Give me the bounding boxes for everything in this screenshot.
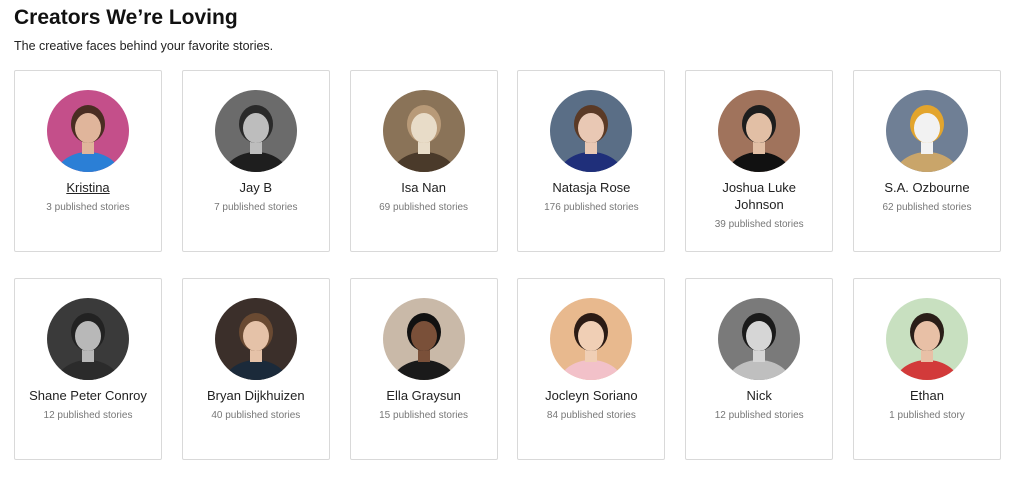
story-count: 12 published stories <box>714 410 804 421</box>
avatar-sa-ozbourne-icon <box>885 90 968 172</box>
story-count: 39 published stories <box>714 219 804 230</box>
creator-name: Jocleyn Soriano <box>545 388 638 403</box>
avatar[interactable] <box>47 90 129 172</box>
avatar-nick-icon <box>718 298 801 380</box>
avatar-jocleyn-soriano-icon <box>550 298 633 380</box>
creator-card[interactable]: Kristina 3 published stories <box>14 70 162 252</box>
creator-card[interactable]: Bryan Dijkhuizen 40 published stories <box>181 278 330 460</box>
creator-card[interactable]: S.A. Ozbourne 62 published stories <box>852 70 1001 252</box>
story-count: 1 published story <box>889 410 965 421</box>
avatar[interactable] <box>214 90 297 172</box>
creator-name: Ethan <box>909 388 944 403</box>
creator-card[interactable]: Ethan 1 published story <box>852 278 1001 460</box>
creators-page: Creators We’re Loving The creative faces… <box>0 0 1024 483</box>
story-count: 7 published stories <box>214 202 298 213</box>
avatar-shane-peter-conroy-icon <box>47 298 129 380</box>
avatar[interactable] <box>47 298 129 380</box>
avatar[interactable] <box>885 298 968 380</box>
creator-grid: Kristina 3 published stories Jay B 7 publis… <box>14 70 1001 460</box>
creator-name: Isa Nan <box>401 180 446 195</box>
avatar-natasja-rose-icon <box>550 90 633 172</box>
creator-name[interactable]: Kristina <box>28 179 148 196</box>
creator-name: Shane Peter Conroy <box>29 388 147 403</box>
avatar[interactable] <box>885 90 968 172</box>
section-title: Creators We’re Loving <box>14 6 238 29</box>
creator-name: Natasja Rose <box>552 180 631 195</box>
creator-name: Bryan Dijkhuizen <box>207 388 305 403</box>
creator-name: S.A. Ozbourne <box>884 180 970 195</box>
creator-card[interactable]: Jocleyn Soriano 84 published stories <box>517 278 666 460</box>
story-count: 40 published stories <box>211 410 301 421</box>
avatar[interactable] <box>718 298 801 380</box>
section-subtitle: The creative faces behind your favorite … <box>14 39 274 53</box>
avatar-kristina-icon <box>47 90 129 172</box>
story-count: 62 published stories <box>882 202 972 213</box>
avatar[interactable] <box>550 298 633 380</box>
creator-card[interactable]: Joshua Luke Johnson 39 published stories <box>685 70 834 252</box>
creator-card[interactable]: Jay B 7 published stories <box>181 70 330 252</box>
avatar-jay-b-icon <box>214 90 297 172</box>
creator-name: Nick <box>746 388 772 403</box>
story-count: 3 published stories <box>46 202 130 213</box>
avatar[interactable] <box>382 298 465 380</box>
story-count: 15 published stories <box>379 410 469 421</box>
avatar[interactable] <box>382 90 465 172</box>
creator-name: Jay B <box>239 180 273 195</box>
creator-card[interactable]: Natasja Rose 176 published stories <box>517 70 666 252</box>
creator-name: Ella Graysun <box>386 388 461 403</box>
avatar-bryan-dijkhuizen-icon <box>214 298 297 380</box>
creator-name: Joshua Luke Johnson <box>722 180 797 212</box>
avatar-ella-graysun-icon <box>382 298 465 380</box>
avatar[interactable] <box>214 298 297 380</box>
avatar-isa-nan-icon <box>382 90 465 172</box>
avatar[interactable] <box>718 90 801 172</box>
creator-card[interactable]: Isa Nan 69 published stories <box>349 70 498 252</box>
avatar-joshua-luke-johnson-icon <box>718 90 801 172</box>
story-count: 84 published stories <box>546 410 636 421</box>
avatar[interactable] <box>550 90 633 172</box>
creator-card[interactable]: Ella Graysun 15 published stories <box>349 278 498 460</box>
story-count: 176 published stories <box>544 202 639 213</box>
story-count: 12 published stories <box>43 410 133 421</box>
creator-card[interactable]: Nick 12 published stories <box>685 278 834 460</box>
avatar-ethan-icon <box>885 298 968 380</box>
creator-card[interactable]: Shane Peter Conroy 12 published stories <box>14 278 162 460</box>
story-count: 69 published stories <box>379 202 469 213</box>
